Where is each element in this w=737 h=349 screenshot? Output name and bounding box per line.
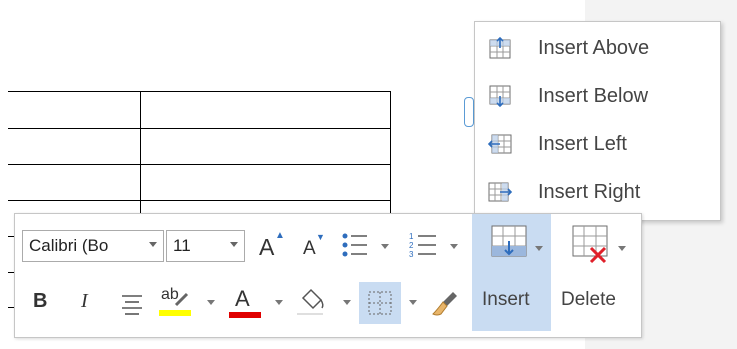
insert-label: Insert	[482, 289, 530, 310]
chevron-down-icon	[275, 300, 283, 305]
table-row-insert-handle[interactable]	[464, 97, 474, 127]
delete-button[interactable]: Delete	[555, 214, 635, 331]
font-size-value: 11	[173, 236, 191, 255]
table-line	[8, 91, 391, 92]
highlight-color-swatch	[159, 310, 191, 316]
menu-item-insert-right[interactable]: Insert Right	[475, 168, 720, 216]
insert-context-menu: Insert Above Insert Below Insert Left In…	[474, 21, 721, 221]
shading-button[interactable]	[295, 286, 353, 322]
borders-icon	[368, 291, 392, 315]
font-name-value: Calibri (Bo	[29, 236, 109, 255]
insert-below-icon	[489, 85, 511, 108]
font-color-button[interactable]: A	[229, 286, 287, 322]
caret-down-icon: ▼	[316, 232, 325, 242]
bullets-button[interactable]	[341, 230, 397, 262]
menu-item-label: Insert Below	[538, 85, 649, 107]
svg-text:3: 3	[409, 250, 414, 259]
numbered-list-icon: 1 2 3	[409, 232, 436, 259]
insert-left-icon	[487, 134, 512, 154]
chevron-down-icon	[381, 244, 389, 249]
format-painter-button[interactable]	[429, 288, 465, 320]
font-size-combo[interactable]: 11	[166, 230, 245, 262]
bold-icon: B	[33, 290, 48, 312]
table-line	[8, 164, 391, 165]
chevron-down-icon	[149, 242, 157, 247]
menu-item-insert-left[interactable]: Insert Left	[475, 120, 720, 168]
numbering-button[interactable]: 1 2 3	[408, 230, 464, 262]
insert-table-icon	[491, 225, 527, 257]
delete-label: Delete	[561, 289, 616, 310]
table-line	[390, 91, 391, 213]
menu-item-insert-below[interactable]: Insert Below	[475, 72, 720, 120]
chevron-down-icon	[343, 300, 351, 305]
highlight-color-button[interactable]: ab	[159, 286, 217, 322]
menu-item-label: Insert Above	[538, 37, 650, 59]
chevron-down-icon	[618, 246, 626, 251]
chevron-down-icon	[230, 242, 238, 247]
paintbrush-icon	[432, 292, 457, 316]
font-color-swatch	[229, 312, 261, 318]
insert-right-icon	[488, 182, 513, 202]
center-align-button[interactable]	[119, 290, 147, 318]
font-color-icon: A	[235, 286, 250, 311]
menu-item-label: Insert Left	[538, 133, 627, 155]
chevron-down-icon	[535, 246, 543, 251]
svg-text:2: 2	[409, 241, 414, 250]
italic-icon: I	[81, 290, 88, 312]
table-line	[8, 200, 391, 201]
insert-above-icon	[489, 36, 511, 59]
bold-button[interactable]: B	[31, 290, 53, 318]
delete-table-icon	[572, 225, 608, 264]
shrink-font-icon: A	[303, 238, 316, 259]
grow-font-icon: A	[259, 234, 275, 260]
highlighter-pen-icon	[174, 292, 189, 307]
font-name-combo[interactable]: Calibri (Bo	[22, 230, 164, 262]
shrink-font-button[interactable]: A ▼	[299, 232, 329, 262]
chevron-down-icon	[450, 244, 458, 249]
table-line	[8, 128, 391, 129]
paint-bucket-icon	[297, 288, 324, 316]
bullet-list-icon	[342, 233, 367, 257]
menu-item-label: Insert Right	[538, 181, 641, 203]
menu-item-insert-above[interactable]: Insert Above	[475, 24, 720, 72]
chevron-down-icon	[207, 300, 215, 305]
table-line	[140, 91, 141, 213]
svg-text:1: 1	[409, 232, 414, 241]
borders-button[interactable]	[359, 282, 401, 324]
grow-font-button[interactable]: A ▲	[255, 230, 285, 262]
caret-up-icon: ▲	[275, 230, 285, 241]
italic-button[interactable]: I	[77, 290, 99, 318]
insert-button[interactable]: Insert	[472, 214, 551, 331]
mini-toolbar: Calibri (Bo 11 A ▲ A ▼ 1 2 3 Insert Dele…	[14, 213, 642, 338]
borders-dropdown-arrow[interactable]	[409, 300, 417, 305]
align-center-icon	[122, 295, 142, 315]
